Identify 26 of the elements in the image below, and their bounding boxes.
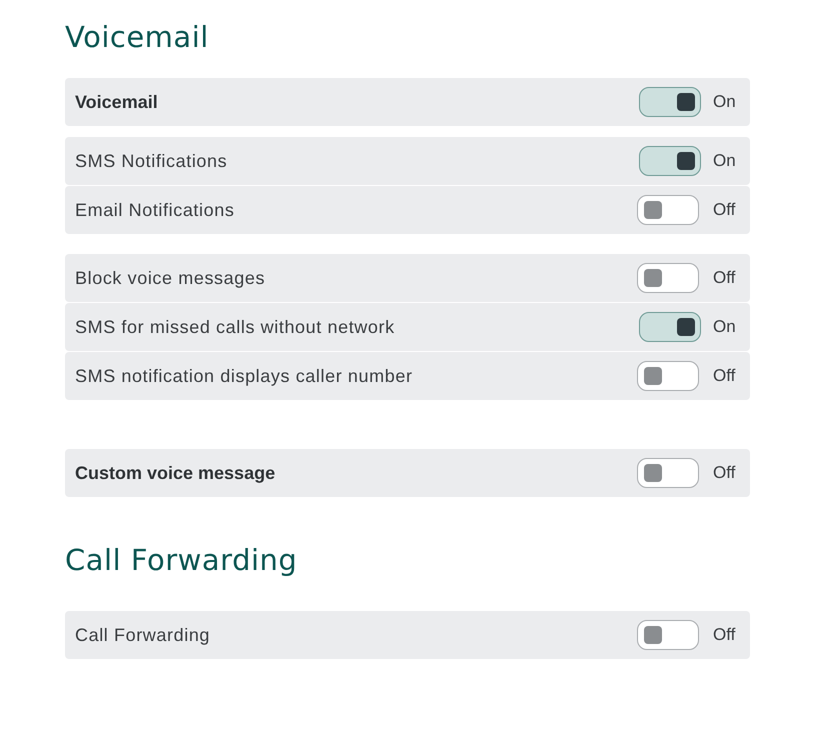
status-text: Off [713, 624, 736, 646]
status-text: Off [713, 462, 736, 484]
toggle-switch[interactable] [637, 458, 699, 488]
toggle-switch[interactable] [639, 87, 701, 117]
toggle-switch[interactable] [639, 312, 701, 342]
setting-label: SMS Notifications [75, 150, 228, 172]
toggle-switch[interactable] [637, 361, 699, 391]
status-text: Off [713, 365, 736, 387]
setting-label: Email Notifications [75, 199, 234, 221]
toggle-switch[interactable] [637, 195, 699, 225]
status-text: On [713, 316, 737, 338]
toggle-switch[interactable] [637, 263, 699, 293]
setting-label: Custom voice message [75, 462, 276, 484]
setting-label: SMS notification displays caller number [75, 365, 413, 387]
setting-label: Call Forwarding [75, 624, 210, 646]
toggle-switch[interactable] [639, 146, 701, 176]
toggle-switch[interactable] [637, 620, 699, 650]
setting-label: Voicemail [75, 91, 158, 113]
setting-label: Block voice messages [75, 267, 266, 289]
status-text: Off [713, 267, 736, 289]
section-heading: Voicemail [65, 19, 209, 56]
status-text: Off [713, 199, 736, 221]
status-text: On [713, 150, 737, 172]
section-heading: Call Forwarding [65, 542, 298, 579]
setting-label: SMS for missed calls without network [75, 316, 395, 338]
status-text: On [713, 91, 737, 113]
